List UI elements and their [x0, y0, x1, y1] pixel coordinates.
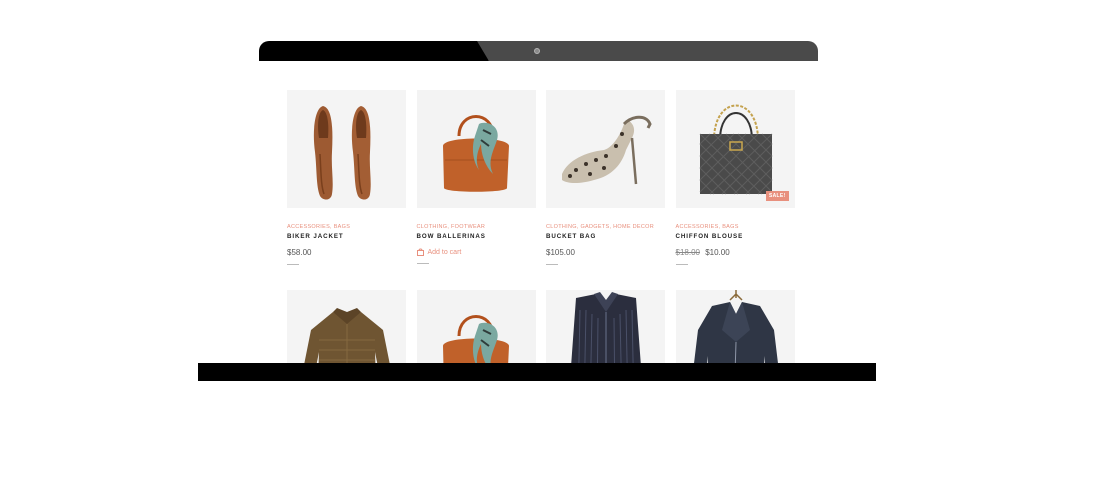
product-card[interactable] [287, 290, 406, 363]
divider [546, 264, 558, 265]
laptop-base [198, 363, 876, 381]
product-sale-price: $10.00 [705, 248, 730, 257]
product-image-quilted-jacket[interactable] [287, 290, 406, 363]
divider [675, 264, 688, 265]
product-card[interactable]: CLOTHING, GADGETS, HOME DECOR BUCKET BAG… [546, 90, 665, 290]
product-image-oxford-shoes[interactable] [287, 90, 406, 208]
product-image-orange-handbag[interactable] [416, 90, 536, 208]
divider [287, 264, 299, 265]
sale-badge: SALE! [766, 191, 789, 201]
product-card[interactable]: CLOTHING, FOOTWEAR BOW BALLERINAS Add to… [416, 90, 536, 290]
laptop-bezel-right [477, 41, 818, 61]
divider [416, 263, 429, 264]
product-image-orange-handbag[interactable] [416, 290, 536, 363]
product-categories[interactable]: CLOTHING, FOOTWEAR [417, 224, 536, 230]
laptop-bezel-left [259, 41, 489, 61]
product-card[interactable] [675, 290, 795, 363]
product-title[interactable]: BUCKET BAG [546, 233, 665, 240]
product-title[interactable]: CHIFFON BLOUSE [676, 233, 795, 240]
product-price: $105.00 [546, 248, 575, 257]
product-old-price: $18.00 [675, 248, 700, 257]
add-to-cart-label: Add to cart [427, 248, 462, 256]
product-image-leather-jacket[interactable] [675, 290, 795, 363]
product-card[interactable]: ACCESSORIES, BAGS BIKER JACKET $58.00 [287, 90, 406, 290]
product-grid: ACCESSORIES, BAGS BIKER JACKET $58.00 CL… [287, 90, 795, 363]
product-categories[interactable]: ACCESSORIES, BAGS [676, 224, 795, 230]
product-price: $58.00 [287, 248, 312, 257]
camera-icon [534, 48, 540, 54]
product-price: $18.00 $10.00 [676, 248, 795, 257]
laptop-screen: ACCESSORIES, BAGS BIKER JACKET $58.00 CL… [261, 61, 817, 363]
product-card[interactable] [546, 290, 665, 363]
add-to-cart-button[interactable]: Add to cart [416, 248, 536, 256]
product-image-leopard-heels[interactable] [546, 90, 665, 208]
cart-bag-icon [416, 248, 424, 256]
product-image-quilted-bag[interactable]: SALE! [675, 90, 795, 208]
product-categories[interactable]: ACCESSORIES, BAGS [287, 224, 406, 230]
product-title[interactable]: BOW BALLERINAS [417, 233, 536, 240]
product-categories[interactable]: CLOTHING, GADGETS, HOME DECOR [546, 224, 665, 230]
product-title[interactable]: BIKER JACKET [287, 233, 406, 240]
product-image-striped-shirt[interactable] [546, 290, 665, 363]
product-card[interactable] [416, 290, 536, 363]
product-card[interactable]: SALE! ACCESSORIES, BAGS CHIFFON BLOUSE $… [675, 90, 795, 290]
laptop-frame-top [259, 41, 818, 61]
